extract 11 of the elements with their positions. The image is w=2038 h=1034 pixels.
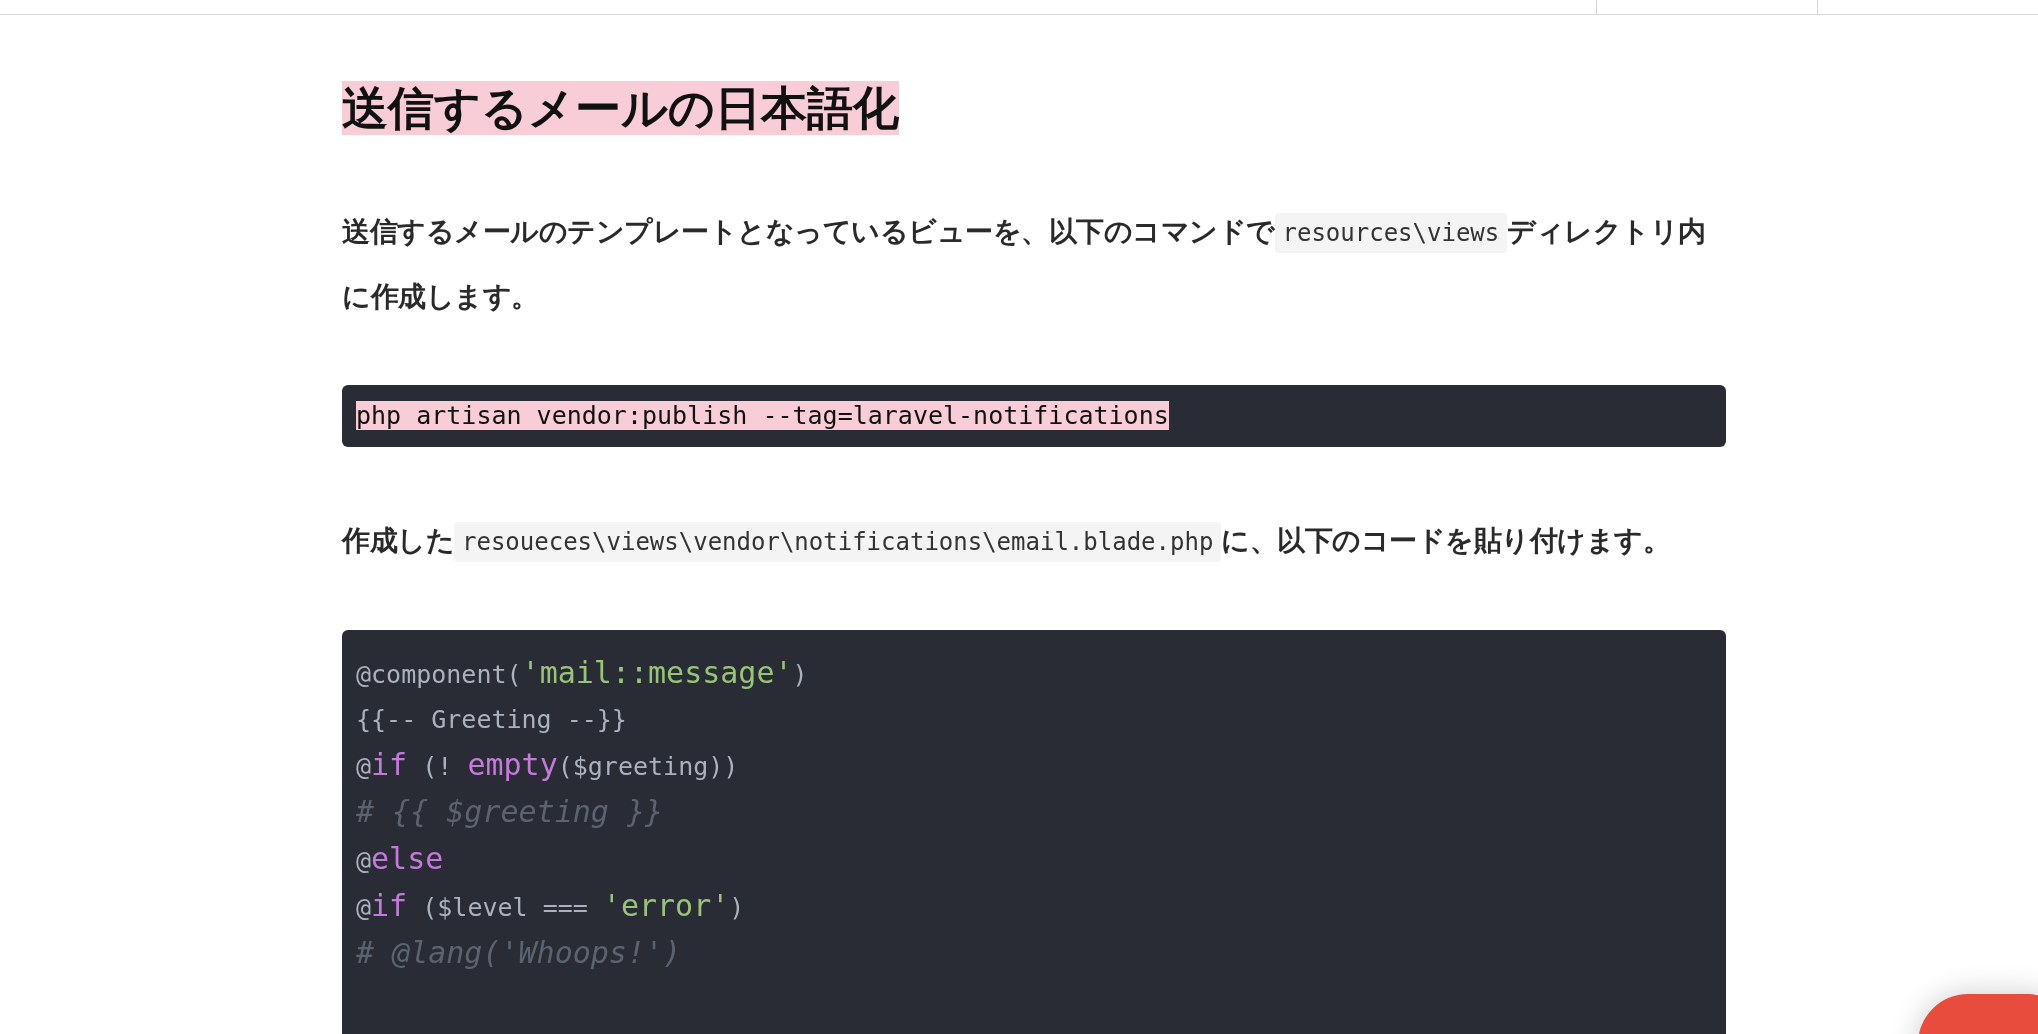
code-line: @else: [356, 840, 445, 879]
code-line: # {{ $greeting }}: [356, 793, 665, 832]
code-line: @component('mail::message'): [356, 654, 809, 693]
section-heading: 送信するメールの日本語化: [342, 81, 900, 137]
code-line: @if (! empty($greeting)): [356, 746, 740, 785]
code-line: {{-- Greeting --}}: [356, 704, 628, 737]
code-line: # @lang('Whoops!'): [356, 934, 683, 973]
paragraph: 送信するメールのテンプレートとなっているビューを、以下のコマンドで resources\views ディレクトリ内に作成します。: [342, 212, 1707, 316]
code-line: @if ($level === 'error'): [356, 887, 746, 926]
paragraph: 作成した resoueces\views\vendor\notifications\email.blade.php に、以下のコードを貼り付けます。: [342, 509, 1726, 575]
command-text: php artisan vendor:publish --tag=laravel-notifications: [356, 401, 1169, 431]
